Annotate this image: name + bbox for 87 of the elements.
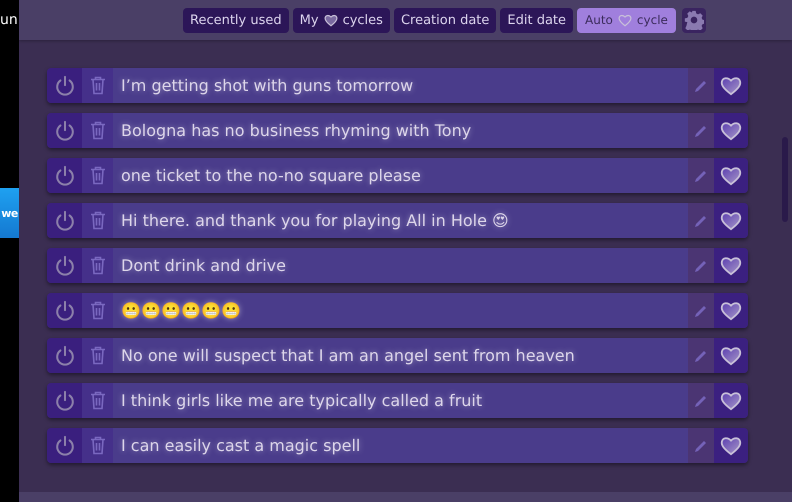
favorite-button[interactable] — [714, 338, 748, 373]
pencil-icon — [694, 78, 708, 92]
heart-icon — [324, 14, 338, 26]
button-label: My — [300, 12, 319, 28]
sort-button[interactable]: Auto cycle — [577, 8, 676, 32]
heart-icon — [720, 300, 742, 320]
power-icon — [54, 210, 76, 232]
trash-icon — [90, 301, 106, 320]
pencil-icon — [694, 348, 708, 362]
trash-icon — [90, 166, 106, 185]
heart-icon — [720, 210, 742, 230]
favorite-button[interactable] — [714, 158, 748, 193]
delete-button[interactable] — [82, 203, 113, 238]
power-icon — [54, 164, 76, 186]
trash-icon — [90, 391, 106, 410]
phrase-text: I think girls like me are typically called a fruit — [113, 383, 688, 418]
heart-icon — [720, 256, 742, 276]
power-button[interactable] — [47, 248, 82, 283]
power-button[interactable] — [47, 68, 82, 103]
pencil-icon — [694, 394, 708, 408]
heart-icon — [720, 346, 742, 366]
delete-button[interactable] — [82, 68, 113, 103]
delete-button[interactable] — [82, 158, 113, 193]
favorite-button[interactable] — [714, 113, 748, 148]
delete-button[interactable] — [82, 428, 113, 463]
heart-icon — [720, 436, 742, 456]
phrase-text: I’m getting shot with guns tomorrow — [113, 68, 688, 103]
heart-icon — [618, 14, 632, 26]
power-icon — [54, 74, 76, 96]
heart-icon — [720, 390, 742, 410]
trash-icon — [90, 121, 106, 140]
power-button[interactable] — [47, 113, 82, 148]
power-button[interactable] — [47, 383, 82, 418]
power-icon — [54, 120, 76, 142]
trash-icon — [90, 76, 106, 95]
heart-icon — [720, 166, 742, 186]
trash-icon — [90, 211, 106, 230]
power-icon — [54, 434, 76, 456]
phrase-text: Hi there. and thank you for playing All in Hole 😍 — [113, 203, 688, 238]
delete-button[interactable] — [82, 248, 113, 283]
power-icon — [54, 254, 76, 276]
power-icon — [54, 344, 76, 366]
sort-button[interactable]: My cycles — [292, 8, 390, 32]
pencil-icon — [694, 304, 708, 318]
favorite-button[interactable] — [714, 68, 748, 103]
button-label: cycle — [636, 13, 668, 27]
phrase-text: Bologna has no business rhyming with Tony — [113, 113, 688, 148]
favorite-button[interactable] — [714, 383, 748, 418]
delete-button[interactable] — [82, 113, 113, 148]
phrase-text: 😬😬😬😬😬😬 — [113, 293, 688, 328]
button-label: Auto — [585, 13, 613, 27]
trash-icon — [90, 256, 106, 275]
app-button[interactable]: we — [0, 188, 19, 238]
phrase-text: Dont drink and drive — [113, 248, 688, 283]
phrase-text: No one will suspect that I am an angel sent from heaven — [113, 338, 688, 373]
favorite-button[interactable] — [714, 203, 748, 238]
pencil-icon — [694, 168, 708, 182]
pencil-icon — [694, 124, 708, 138]
phrase-text: I can easily cast a magic spell — [113, 428, 688, 463]
delete-button[interactable] — [82, 383, 113, 418]
power-button[interactable] — [47, 158, 82, 193]
power-button[interactable] — [47, 203, 82, 238]
sort-button[interactable]: Creation date — [394, 8, 496, 32]
heart-icon — [720, 76, 742, 96]
heart-icon — [720, 120, 742, 140]
power-icon — [54, 300, 76, 322]
power-button[interactable] — [47, 293, 82, 328]
pencil-icon — [694, 258, 708, 272]
window-text: uni — [0, 12, 19, 28]
sort-button[interactable]: Recently used — [183, 8, 289, 32]
trash-icon — [90, 436, 106, 455]
power-button[interactable] — [47, 428, 82, 463]
delete-button[interactable] — [82, 293, 113, 328]
power-button[interactable] — [47, 338, 82, 373]
button-label: cycles — [342, 12, 383, 28]
favorite-button[interactable] — [714, 248, 748, 283]
pencil-icon — [694, 438, 708, 452]
favorite-button[interactable] — [714, 428, 748, 463]
phrase-text: one ticket to the no-no square please — [113, 158, 688, 193]
sort-button[interactable]: Edit date — [500, 8, 574, 32]
settings-button[interactable] — [682, 8, 706, 32]
power-icon — [54, 390, 76, 412]
favorite-button[interactable] — [714, 293, 748, 328]
delete-button[interactable] — [82, 338, 113, 373]
trash-icon — [90, 346, 106, 365]
pencil-icon — [694, 214, 708, 228]
gear-icon — [684, 10, 704, 30]
